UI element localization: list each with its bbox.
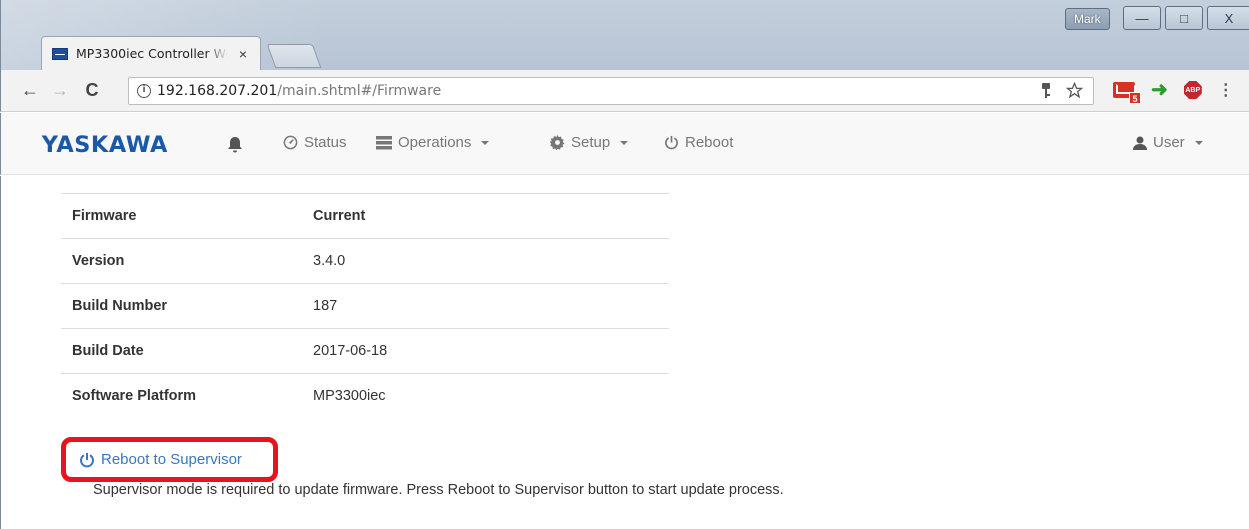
table-header-firmware: Firmware — [61, 193, 302, 239]
address-bar[interactable]: i 192.168.207.201/main.shtml#/Firmware — [128, 77, 1094, 105]
supervisor-description: Supervisor mode is required to update fi… — [93, 482, 784, 498]
extension-icons: 5 ➜ ABP ⋮ — [1113, 80, 1234, 104]
gmail-badge: 5 — [1129, 92, 1141, 104]
user-dropdown-caret-icon — [1194, 140, 1203, 145]
dashboard-gauge-icon — [283, 135, 298, 150]
adblock-plus-icon[interactable]: ABP — [1183, 81, 1202, 99]
back-arrow-icon[interactable]: ← — [17, 80, 43, 101]
row-key-build-date: Build Date — [61, 328, 302, 374]
reboot-to-supervisor-label: Reboot to Supervisor — [101, 451, 242, 468]
user-icon — [1133, 136, 1147, 150]
gear-icon — [550, 135, 565, 150]
browser-menu-icon[interactable]: ⋮ — [1218, 80, 1234, 100]
browser-toolbar: ← → C i 192.168.207.201/main.shtml#/Firm… — [0, 70, 1249, 112]
yaskawa-favicon-icon — [52, 47, 68, 60]
row-key-software-platform: Software Platform — [61, 373, 302, 419]
profile-button[interactable]: Mark — [1065, 8, 1110, 30]
power-icon — [665, 135, 678, 150]
nav-user[interactable]: User — [1133, 134, 1203, 151]
yaskawa-logo[interactable]: YASKAWA — [42, 133, 168, 158]
url-path: /main.shtml#/Firmware — [277, 83, 442, 99]
bell-icon[interactable] — [227, 136, 243, 154]
row-key-version: Version — [61, 238, 302, 284]
key-icon[interactable] — [1040, 82, 1052, 100]
bookmark-star-icon[interactable] — [1066, 82, 1083, 99]
site-info-icon[interactable]: i — [137, 84, 151, 98]
tab-close-icon[interactable]: × — [236, 46, 250, 62]
nav-user-label: User — [1153, 134, 1185, 151]
row-value-build-date: 2017-06-18 — [302, 328, 669, 374]
reload-icon[interactable]: C — [79, 80, 105, 101]
maximize-button[interactable]: □ — [1165, 6, 1203, 30]
tab-title: MP3300iec Controller Web — [76, 46, 228, 61]
nav-reboot-label: Reboot — [685, 134, 734, 151]
nav-status[interactable]: Status — [283, 134, 347, 151]
url-host: 192.168.207.201 — [157, 83, 278, 99]
nav-status-label: Status — [304, 134, 347, 151]
green-arrow-icon[interactable]: ➜ — [1151, 80, 1168, 100]
setup-dropdown-caret-icon — [620, 140, 629, 145]
close-window-button[interactable]: X — [1207, 6, 1249, 30]
server-list-icon — [376, 135, 392, 149]
firmware-page: Firmware Current Version 3.4.0 Build Num… — [0, 176, 1249, 529]
table-header-row: Firmware Current — [61, 193, 669, 239]
minimize-button[interactable]: — — [1123, 6, 1161, 30]
nav-operations[interactable]: Operations — [376, 134, 490, 151]
window-controls: — □ X — [1119, 6, 1249, 30]
nav-setup[interactable]: Setup — [550, 134, 629, 151]
omnibox-actions — [1040, 82, 1083, 100]
table-header-current: Current — [302, 193, 669, 239]
nav-reboot[interactable]: Reboot — [664, 134, 733, 151]
row-value-build-number: 187 — [302, 283, 669, 329]
new-tab-button[interactable] — [266, 44, 322, 68]
row-key-build-number: Build Number — [61, 283, 302, 329]
reboot-to-supervisor-button[interactable]: Reboot to Supervisor — [61, 437, 278, 482]
forward-arrow-icon[interactable]: → — [47, 80, 73, 101]
nav-setup-label: Setup — [571, 134, 611, 151]
operations-dropdown-caret-icon — [481, 140, 490, 145]
gmail-icon[interactable]: 5 — [1113, 82, 1141, 104]
nav-operations-label: Operations — [398, 134, 472, 151]
table-row: Version 3.4.0 — [61, 238, 669, 284]
power-icon — [80, 452, 94, 467]
app-navbar: YASKAWA Status Operations Setup Reboot U… — [0, 113, 1249, 175]
browser-tab[interactable]: MP3300iec Controller Web × — [41, 36, 261, 70]
firmware-table: Firmware Current Version 3.4.0 Build Num… — [61, 193, 669, 419]
table-row: Software Platform MP3300iec — [61, 373, 669, 419]
table-row: Build Number 187 — [61, 283, 669, 329]
row-value-software-platform: MP3300iec — [302, 373, 669, 419]
row-value-version: 3.4.0 — [302, 238, 669, 284]
table-row: Build Date 2017-06-18 — [61, 328, 669, 374]
browser-tab-strip: MP3300iec Controller Web × Mark — □ X — [0, 0, 1249, 70]
